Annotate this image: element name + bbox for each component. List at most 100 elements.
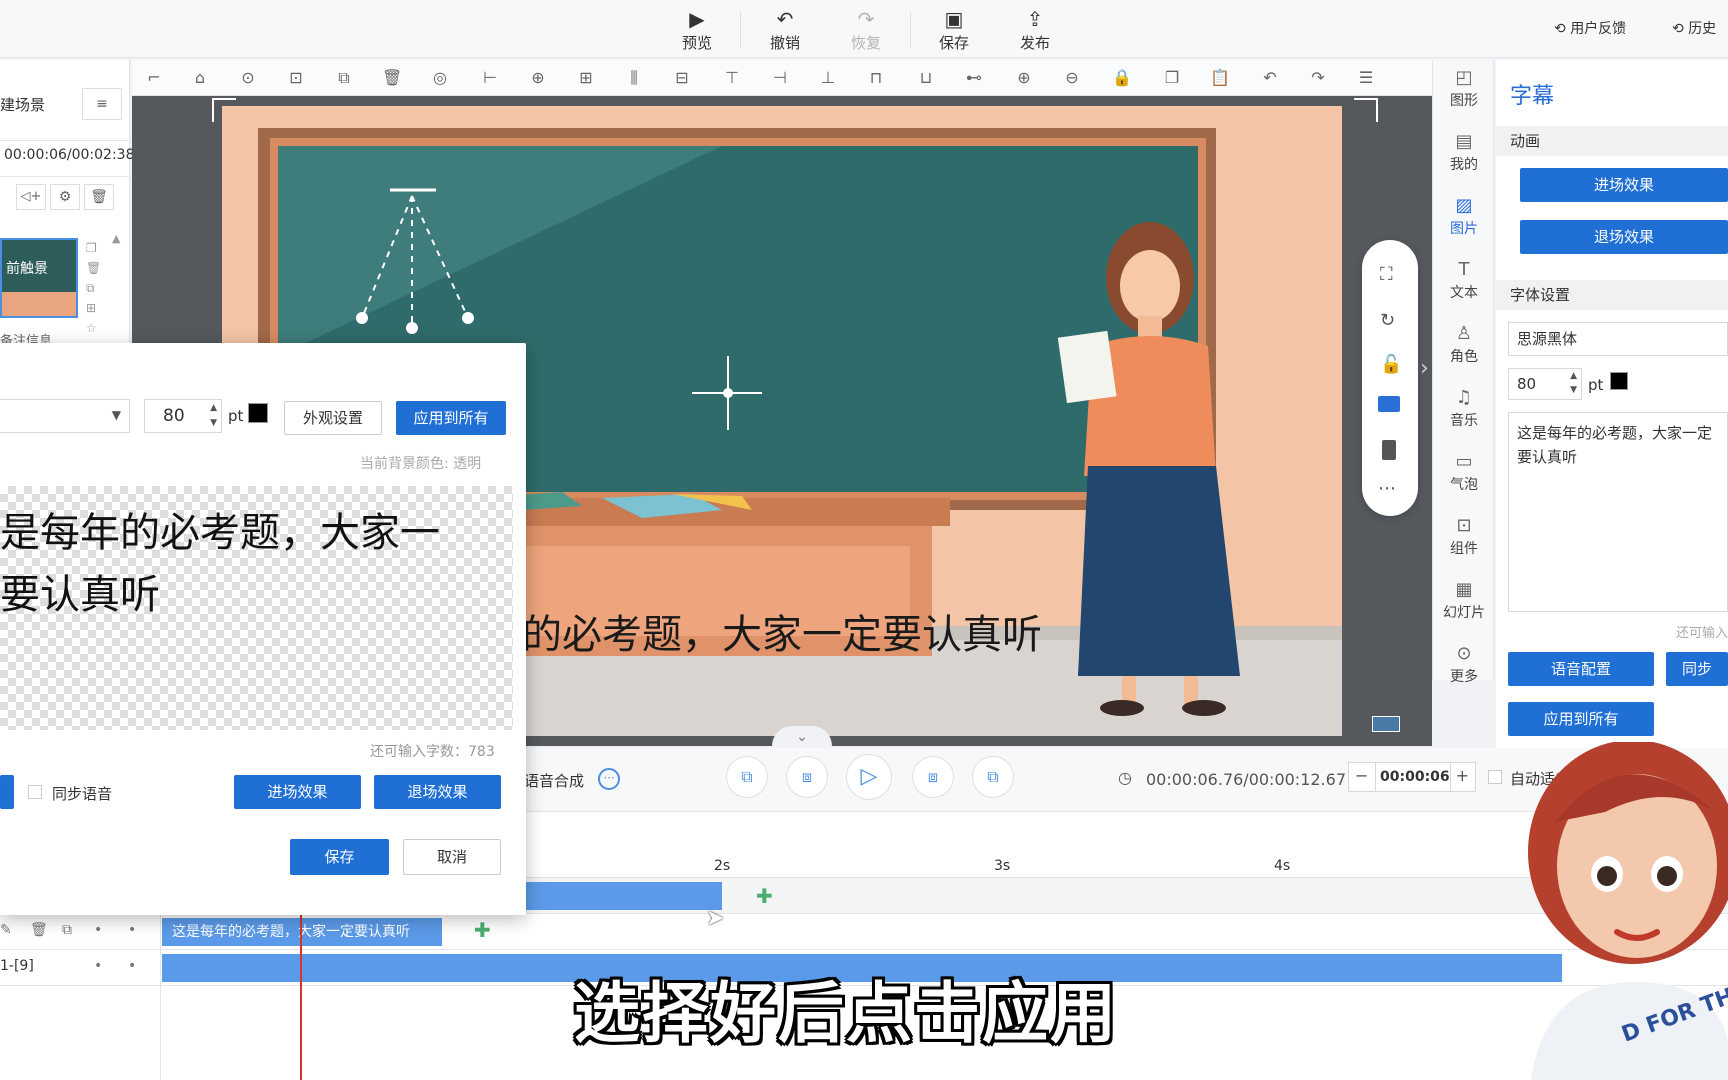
add-keyframe-icon[interactable]: ✚ — [756, 884, 773, 908]
spacing-icon[interactable]: ⊷ — [964, 68, 984, 88]
tool-role[interactable]: ♙ 角色 — [1433, 322, 1495, 366]
exit-effect-button[interactable]: 退场效果 — [374, 775, 501, 809]
edit-icon[interactable]: ✎ — [0, 922, 12, 938]
add-audio-icon[interactable]: ◁+ — [16, 184, 46, 210]
group-icon[interactable]: ⊞ — [576, 68, 596, 88]
sync-button[interactable]: 同步 — [1666, 652, 1728, 686]
tool-text[interactable]: T 文本 — [1433, 258, 1495, 302]
timeline-clip[interactable] — [526, 882, 722, 910]
lock-icon[interactable]: ⊡ — [286, 68, 306, 88]
copy-icon[interactable]: ❐ — [1162, 68, 1182, 88]
chevron-down-icon[interactable]: ⌄ — [772, 726, 832, 746]
undo-small-icon[interactable]: ↶ — [1260, 68, 1280, 88]
scene-thumbnail[interactable]: 前触景 — [0, 238, 78, 318]
enter-effect-button[interactable]: 进场效果 — [234, 775, 361, 809]
align-center-icon[interactable]: ⊕ — [528, 68, 548, 88]
delete-icon[interactable]: 🗑 — [382, 68, 402, 88]
trash-icon[interactable]: 🗑 — [30, 922, 48, 938]
plus-icon[interactable]: + — [1456, 766, 1469, 785]
tool-slides[interactable]: ▦ 幻灯片 — [1433, 578, 1495, 622]
trash-icon[interactable]: 🗑 — [84, 184, 114, 210]
lock-element-icon[interactable]: 🔒 — [1112, 68, 1132, 88]
distribute-v-icon[interactable]: ⊟ — [672, 68, 692, 88]
align-left-icon[interactable]: ⊢ — [480, 68, 500, 88]
apply-all-button[interactable]: 应用到所有 — [396, 401, 506, 435]
rotate-icon[interactable]: ↻ — [1380, 310, 1395, 331]
paste-icon[interactable]: 📋 — [1210, 68, 1230, 88]
enter-effect-button[interactable]: 进场效果 — [1520, 168, 1728, 202]
tool-image[interactable]: ▨ 图片 — [1433, 194, 1495, 238]
add-keyframe-icon[interactable]: ✚ — [474, 918, 491, 942]
stepper-icon[interactable]: ▲ ▼ — [1570, 369, 1577, 397]
minus-icon[interactable]: − — [1355, 766, 1368, 785]
copy-icon[interactable]: ⧉ — [62, 922, 72, 938]
list-icon[interactable]: ≡ — [82, 88, 122, 120]
dialog-cancel-button[interactable]: 取消 — [403, 839, 501, 875]
preview-button[interactable]: ▶ 预览 — [667, 6, 727, 56]
play-button[interactable]: ▷ — [846, 754, 892, 800]
time-stepper[interactable]: − 00:00:06. + — [1348, 762, 1476, 792]
zoom-out-icon[interactable]: ⊖ — [1062, 68, 1082, 88]
font-size-input[interactable]: 80 ▲ ▼ — [1508, 368, 1582, 400]
prev-scene-button[interactable]: ⧉ — [726, 756, 768, 798]
more-dots-icon[interactable]: ⊙ — [238, 68, 258, 88]
dot-icon[interactable]: • — [128, 958, 136, 974]
color-swatch[interactable] — [248, 403, 268, 423]
fit-screen-icon[interactable]: ⛶ — [1380, 264, 1393, 285]
more-icon[interactable]: ⋯ — [1378, 478, 1396, 499]
phone-icon[interactable] — [1382, 440, 1396, 460]
font-select[interactable]: ▼ — [0, 399, 130, 433]
dot-icon[interactable]: • — [94, 922, 102, 938]
tool-more[interactable]: ⊙ 更多 — [1433, 642, 1495, 686]
save-button[interactable]: ▣ 保存 — [924, 6, 984, 56]
scene-subtitle[interactable]: 年的必考题，大家一定要认真听 — [482, 602, 1042, 660]
settings-list-icon[interactable]: ☰ — [1356, 68, 1376, 88]
format-painter-icon[interactable]: ⌐ — [144, 68, 164, 88]
subtitle-text-area[interactable]: 这是每年的必考题，大家一定要认真听 — [1508, 412, 1728, 612]
scroll-up-icon[interactable]: ▲ — [112, 232, 120, 245]
appearance-button[interactable]: 外观设置 — [284, 401, 382, 435]
unlock-icon[interactable]: 🔓 — [1380, 354, 1402, 375]
next-frame-button[interactable]: ⧈ — [912, 756, 954, 798]
step-value[interactable]: 00:00:06. — [1375, 763, 1451, 791]
align-vcenter-icon[interactable]: ⊔ — [916, 68, 936, 88]
tool-bubble[interactable]: ▭ 气泡 — [1433, 450, 1495, 494]
redo-button[interactable]: ↷ 恢复 — [836, 6, 896, 56]
thumb-actions[interactable]: ❐ 🗑 ⧉ ⊞ ☆ — [86, 238, 101, 338]
prev-frame-button[interactable]: ⧈ — [786, 756, 828, 798]
publish-button[interactable]: ⇪ 发布 — [1005, 6, 1065, 56]
chevron-right-icon[interactable]: › — [1420, 356, 1429, 381]
tool-widget[interactable]: ⊡ 组件 — [1433, 514, 1495, 558]
exit-effect-button[interactable]: 退场效果 — [1520, 220, 1728, 254]
tool-mine[interactable]: ▤ 我的 — [1433, 130, 1495, 174]
redo-small-icon[interactable]: ↷ — [1308, 68, 1328, 88]
dialog-save-button[interactable]: 保存 — [290, 839, 389, 875]
gear-icon[interactable]: ⚙ — [50, 184, 80, 210]
align-right-icon[interactable]: ⊣ — [770, 68, 790, 88]
dot-icon[interactable]: • — [128, 922, 136, 938]
more-options-icon[interactable]: ⋯ — [598, 768, 620, 790]
monitor-icon[interactable] — [1378, 396, 1400, 412]
color-swatch[interactable] — [1610, 372, 1628, 390]
apply-all-button[interactable]: 应用到所有 — [1508, 702, 1654, 736]
effect-icon[interactable]: ◎ — [430, 68, 450, 88]
home-icon[interactable]: ⌂ — [190, 68, 210, 88]
stepper-icon[interactable]: ▲ ▼ — [210, 401, 217, 431]
tool-music[interactable]: ♫ 音乐 — [1433, 386, 1495, 430]
feedback-link[interactable]: ⟲ 用户反馈 — [1554, 18, 1626, 38]
font-family-select[interactable]: 思源黑体 — [1508, 322, 1728, 356]
subtitle-clip[interactable]: 这是每年的必考题，大家一定要认真听 — [162, 918, 442, 946]
replace-icon[interactable]: ⧉ — [334, 68, 354, 88]
voice-button[interactable] — [0, 775, 14, 809]
voice-config-button[interactable]: 语音配置 — [1508, 652, 1654, 686]
auto-fit-checkbox[interactable] — [1488, 770, 1502, 784]
tool-shape[interactable]: ◰ 图形 — [1433, 66, 1495, 110]
zoom-in-icon[interactable]: ⊕ — [1014, 68, 1034, 88]
new-scene-tab[interactable]: 建场景 — [0, 94, 45, 115]
dot-icon[interactable]: • — [94, 958, 102, 974]
font-size-input[interactable]: 80 ▲ ▼ — [144, 399, 222, 433]
sync-voice-checkbox[interactable] — [28, 785, 42, 799]
history-link[interactable]: ⟲ 历史 — [1672, 18, 1716, 38]
next-scene-button[interactable]: ⧉ — [972, 756, 1014, 798]
text-preview-area[interactable]: 是每年的必考题，大家一 要认真听 — [0, 486, 513, 730]
